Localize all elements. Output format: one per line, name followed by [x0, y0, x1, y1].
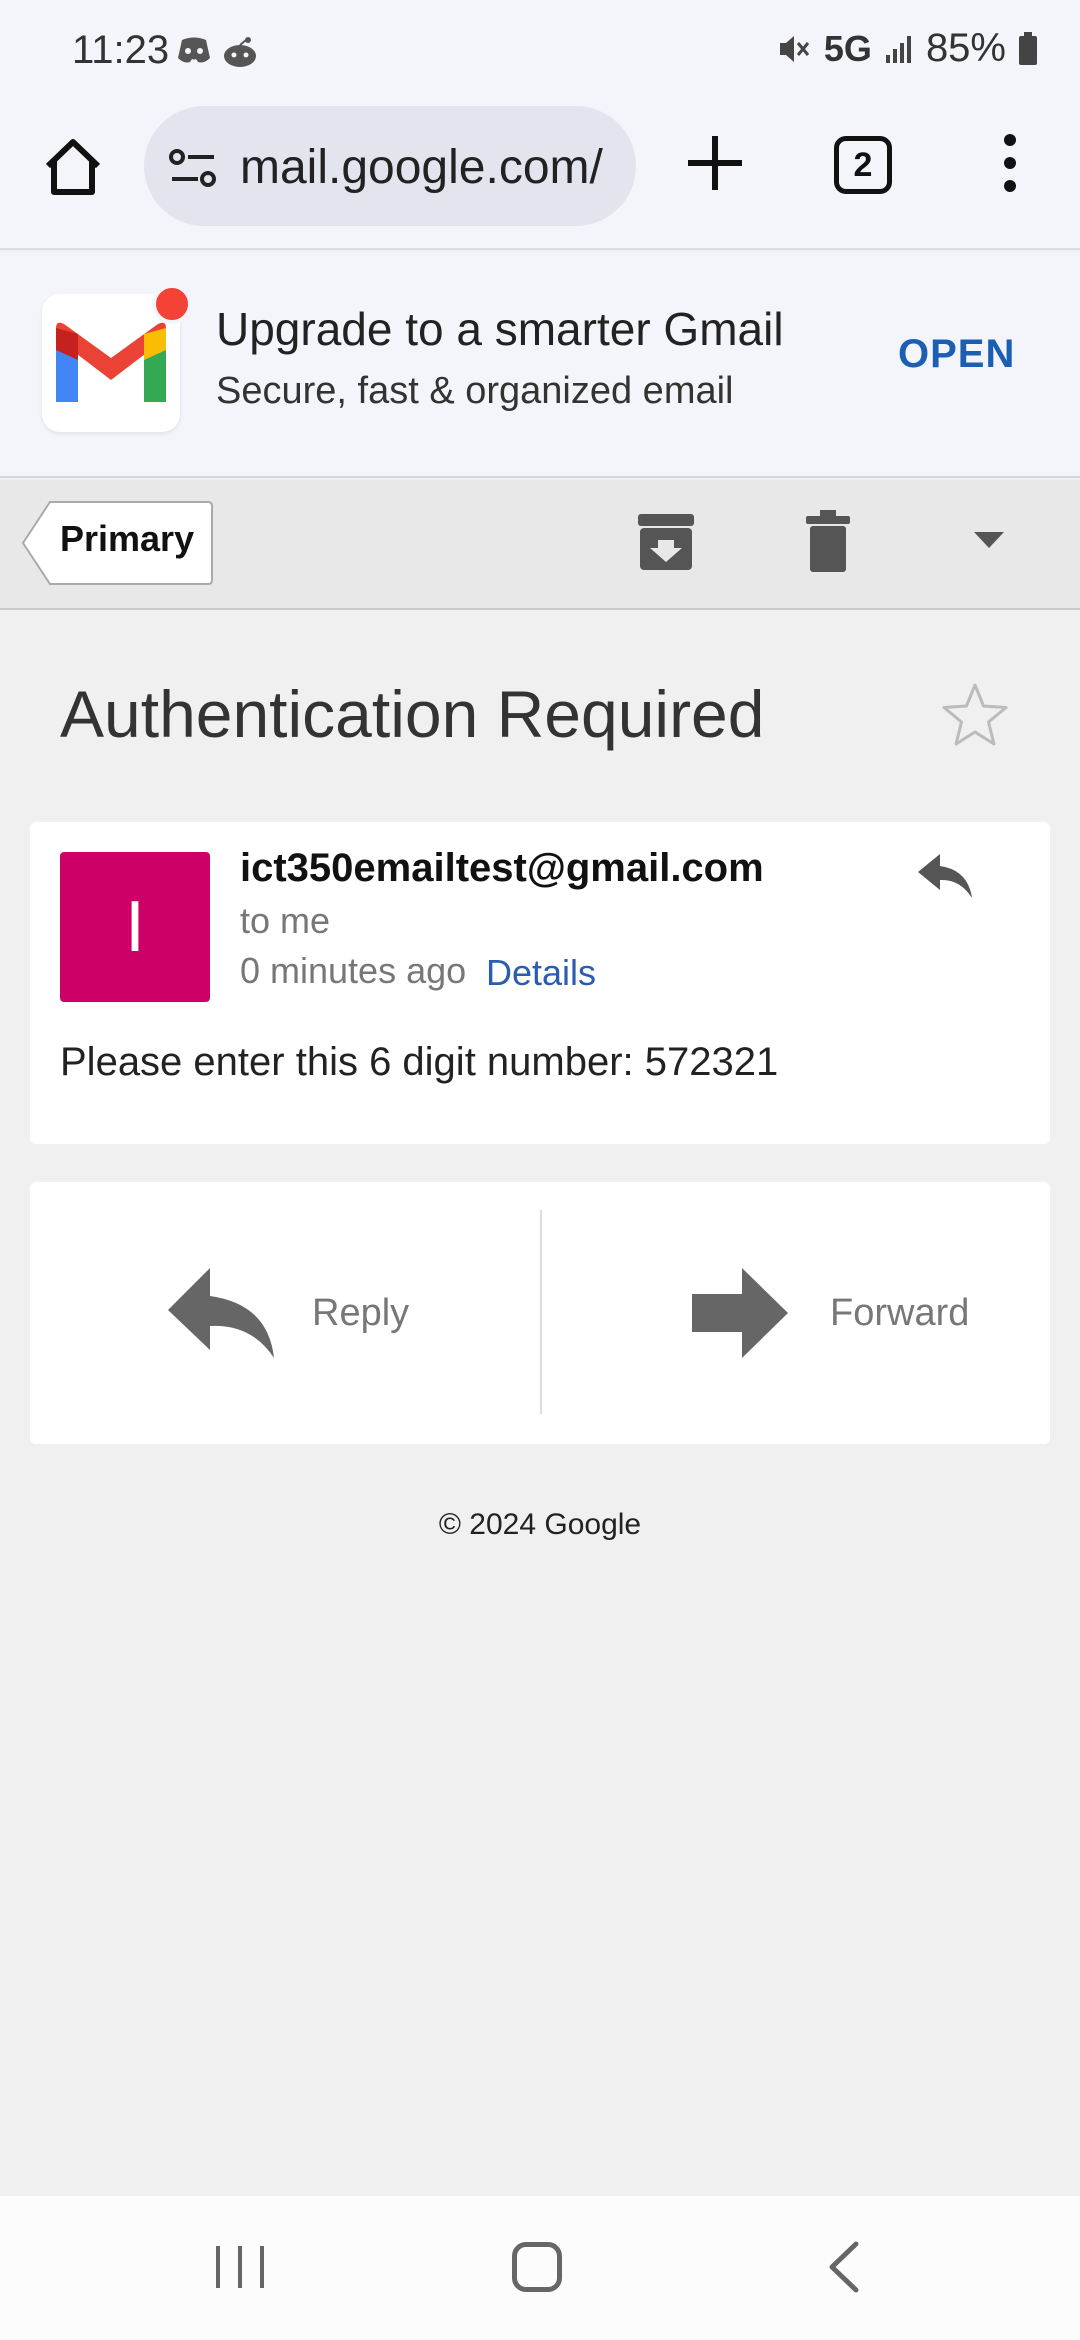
- overflow-menu-icon[interactable]: [990, 130, 1030, 196]
- battery-icon: [1019, 31, 1037, 65]
- network-type: 5G: [823, 27, 872, 69]
- home-icon[interactable]: [38, 132, 108, 202]
- system-nav-bar: [0, 2196, 1080, 2340]
- browser-toolbar: mail.google.com/ 2: [0, 100, 1080, 250]
- message-time: 0 minutes ago: [240, 950, 467, 991]
- star-icon[interactable]: [940, 680, 1010, 750]
- message-body: Please enter this 6 digit number: 572321: [60, 1040, 779, 1084]
- recents-icon[interactable]: [212, 2242, 268, 2292]
- more-actions-icon[interactable]: [972, 530, 1006, 550]
- copyright: © 2024 Google: [438, 1508, 642, 1541]
- address-bar[interactable]: mail.google.com/: [144, 106, 636, 226]
- url-text[interactable]: mail.google.com/: [240, 140, 620, 195]
- battery-percent: 85%: [925, 26, 1006, 70]
- discord-icon: [178, 37, 210, 63]
- recipient-text: to me: [240, 900, 331, 941]
- reply-forward-card: Reply Forward: [30, 1182, 1050, 1444]
- notification-dot: [152, 284, 192, 324]
- sender-email: ict350emailtest@gmail.com: [240, 846, 764, 890]
- delete-icon[interactable]: [806, 510, 850, 572]
- status-time: 11:23: [72, 28, 170, 72]
- back-label[interactable]: Primary: [60, 518, 194, 560]
- home-nav-icon[interactable]: [512, 2242, 562, 2292]
- reply-icon[interactable]: [916, 852, 976, 902]
- site-settings-icon[interactable]: [168, 148, 218, 188]
- status-bar: 11:23 5G 85%: [0, 0, 1080, 100]
- notification-icons: [176, 36, 258, 68]
- tab-switcher-button[interactable]: 2: [834, 136, 892, 194]
- message-card: I ict350emailtest@gmail.com to me 0 minu…: [30, 822, 1050, 1144]
- forward-button[interactable]: Forward: [542, 1182, 1050, 1444]
- forward-label: Forward: [830, 1292, 970, 1334]
- mute-icon: [779, 35, 810, 62]
- details-link[interactable]: Details: [486, 952, 596, 994]
- signal-icon: [885, 35, 911, 63]
- archive-icon[interactable]: [636, 510, 696, 572]
- new-tab-icon[interactable]: [682, 130, 748, 196]
- sender-avatar: I: [60, 852, 210, 1002]
- email-subject: Authentication Required: [60, 677, 765, 751]
- system-status: 5G 85%: [776, 26, 1038, 71]
- banner-title: Upgrade to a smarter Gmail: [216, 303, 784, 355]
- reply-label: Reply: [312, 1292, 410, 1334]
- reply-button[interactable]: Reply: [30, 1182, 540, 1444]
- open-app-button[interactable]: OPEN: [898, 332, 1015, 377]
- reddit-icon: [224, 37, 256, 67]
- back-icon[interactable]: [826, 2240, 862, 2294]
- reply-arrow-icon: [168, 1268, 274, 1358]
- upgrade-banner: Upgrade to a smarter Gmail Secure, fast …: [0, 252, 1080, 478]
- forward-arrow-icon: [692, 1268, 788, 1358]
- banner-subtitle: Secure, fast & organized email: [216, 370, 734, 412]
